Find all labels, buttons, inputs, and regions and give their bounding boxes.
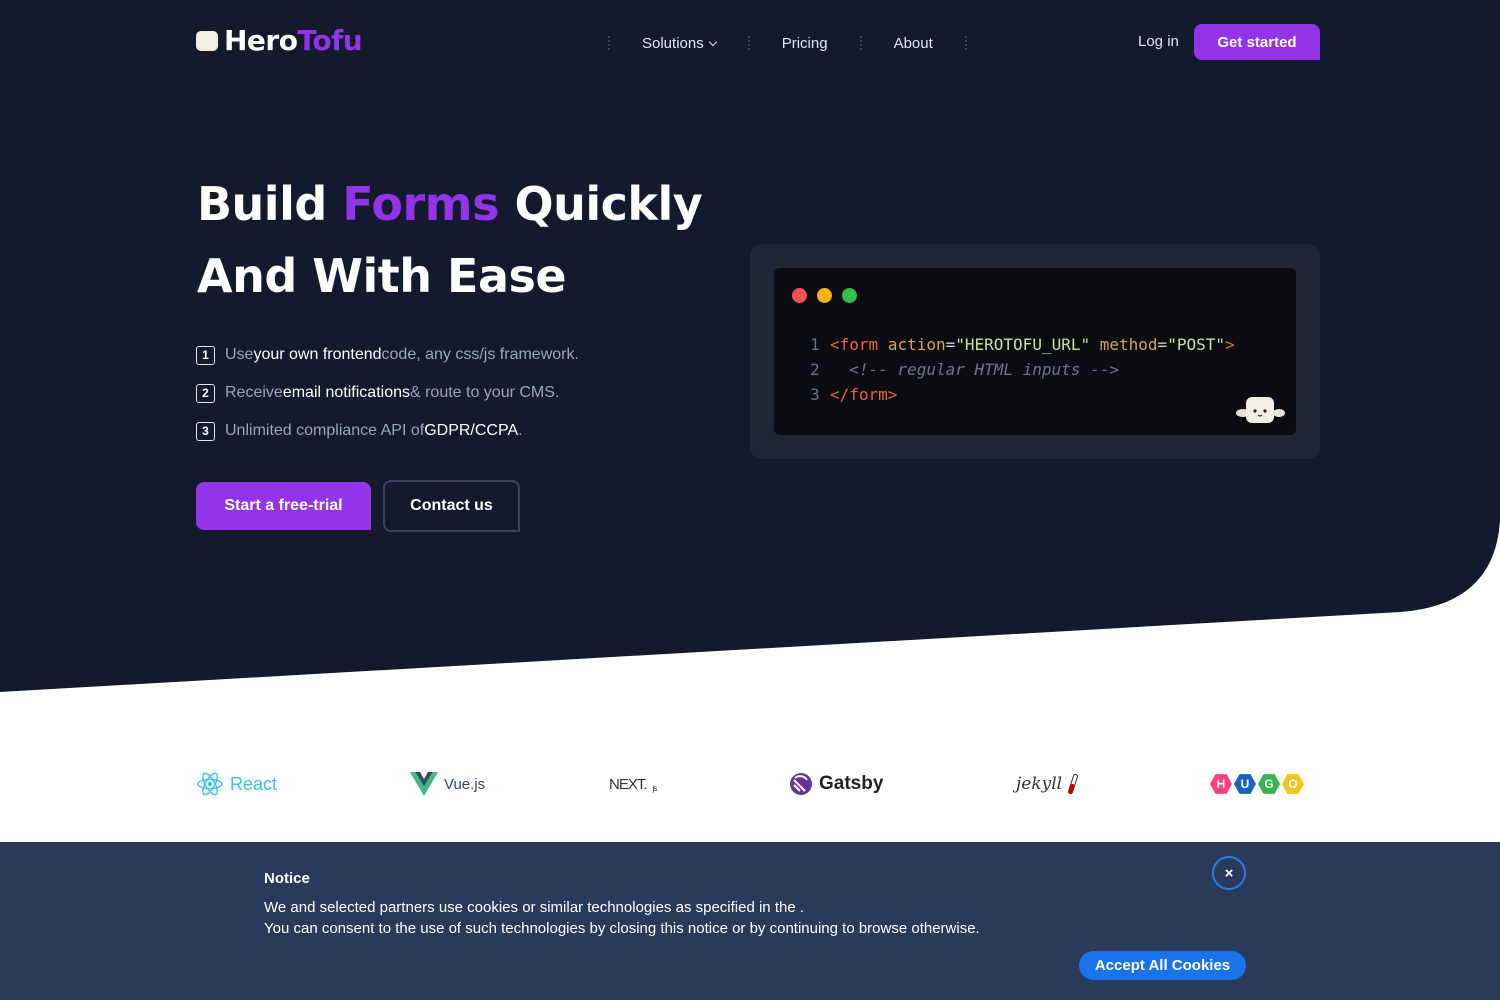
hugo-letter: O xyxy=(1282,774,1304,794)
nav-divider xyxy=(747,36,750,50)
test-tube-icon xyxy=(1068,773,1079,795)
nav-links: Solutions Pricing About xyxy=(576,30,999,56)
react-logo: React xyxy=(196,764,277,804)
get-started-button[interactable]: Get started xyxy=(1194,24,1320,60)
hero-headline: Build Forms Quickly And With Ease xyxy=(197,177,703,303)
vue-icon xyxy=(410,772,438,796)
number-badge: 2 xyxy=(196,383,215,403)
window-minimize-dot xyxy=(817,288,832,303)
top-navigation: HeroTofu Solutions Pricing About Log in … xyxy=(0,0,1500,86)
notice-line: You can consent to the use of such techn… xyxy=(264,920,980,937)
jekyll-logo: jekyll xyxy=(1016,764,1079,804)
logo-text: HeroTofu xyxy=(224,24,363,57)
start-free-trial-button[interactable]: Start a free-trial xyxy=(196,482,371,530)
nav-item-solutions[interactable]: Solutions xyxy=(642,34,717,52)
feature-list: 1 Use your own frontend code, any css/js… xyxy=(196,336,579,450)
contact-us-button[interactable]: Contact us xyxy=(383,480,520,532)
tofu-mascot-icon xyxy=(1236,397,1285,423)
gatsby-icon xyxy=(790,773,812,795)
hugo-letter: G xyxy=(1258,774,1280,794)
window-close-dot xyxy=(792,288,807,303)
login-link[interactable]: Log in xyxy=(1138,33,1179,50)
nav-item-label: Pricing xyxy=(781,34,828,52)
chevron-down-icon xyxy=(708,37,717,46)
herotofu-logo[interactable]: HeroTofu xyxy=(196,24,363,57)
tofu-icon xyxy=(196,30,218,51)
vue-logo: Vue.js xyxy=(410,764,485,804)
hugo-letter: H xyxy=(1210,774,1232,794)
code-window: 1 <form action="HEROTOFU_URL" method="POS… xyxy=(774,268,1296,435)
code-line: 2 <!-- regular HTML inputs --> xyxy=(810,360,1119,379)
feature-item: 1 Use your own frontend code, any css/js… xyxy=(196,336,579,374)
code-line: 1 <form action="HEROTOFU_URL" method="POS… xyxy=(810,335,1235,354)
accept-all-cookies-button[interactable]: Accept All Cookies xyxy=(1079,951,1246,980)
hugo-letter: U xyxy=(1234,774,1256,794)
nav-item-about[interactable]: About xyxy=(894,35,933,52)
notice-text: We and selected partners use cookies or … xyxy=(264,897,980,939)
feature-item: 2 Receive email notifications & route to… xyxy=(196,374,579,412)
framework-logos: React Vue.js NEXT. js Gatsby jekyll H U G… xyxy=(0,764,1500,804)
nav-divider xyxy=(964,36,967,50)
nav-item-label: About xyxy=(893,34,933,52)
cookie-notice: Notice We and selected partners use cook… xyxy=(0,842,1500,1000)
code-snippet: 1 <form action="HEROTOFU_URL" method="POS… xyxy=(810,332,1235,407)
nextjs-logo: NEXT. js xyxy=(609,775,657,793)
code-example-card: 1 <form action="HEROTOFU_URL" method="POS… xyxy=(750,244,1320,459)
hugo-logo: H U G O xyxy=(1210,764,1304,804)
nav-divider xyxy=(859,36,862,50)
code-line: 3 </form> xyxy=(810,385,898,404)
notice-line: We and selected partners use cookies or … xyxy=(264,899,805,916)
nav-divider xyxy=(608,36,610,50)
number-badge: 3 xyxy=(196,421,215,441)
number-badge: 1 xyxy=(196,345,215,365)
window-maximize-dot xyxy=(842,288,857,303)
close-icon[interactable]: × xyxy=(1212,856,1246,890)
nav-item-label: Solutions xyxy=(642,34,704,52)
gatsby-logo: Gatsby xyxy=(789,764,883,804)
notice-title: Notice xyxy=(264,870,310,887)
react-icon xyxy=(197,772,223,796)
feature-item: 3 Unlimited compliance API of GDPR/CCPA. xyxy=(196,412,579,450)
nav-item-pricing[interactable]: Pricing xyxy=(782,35,828,52)
